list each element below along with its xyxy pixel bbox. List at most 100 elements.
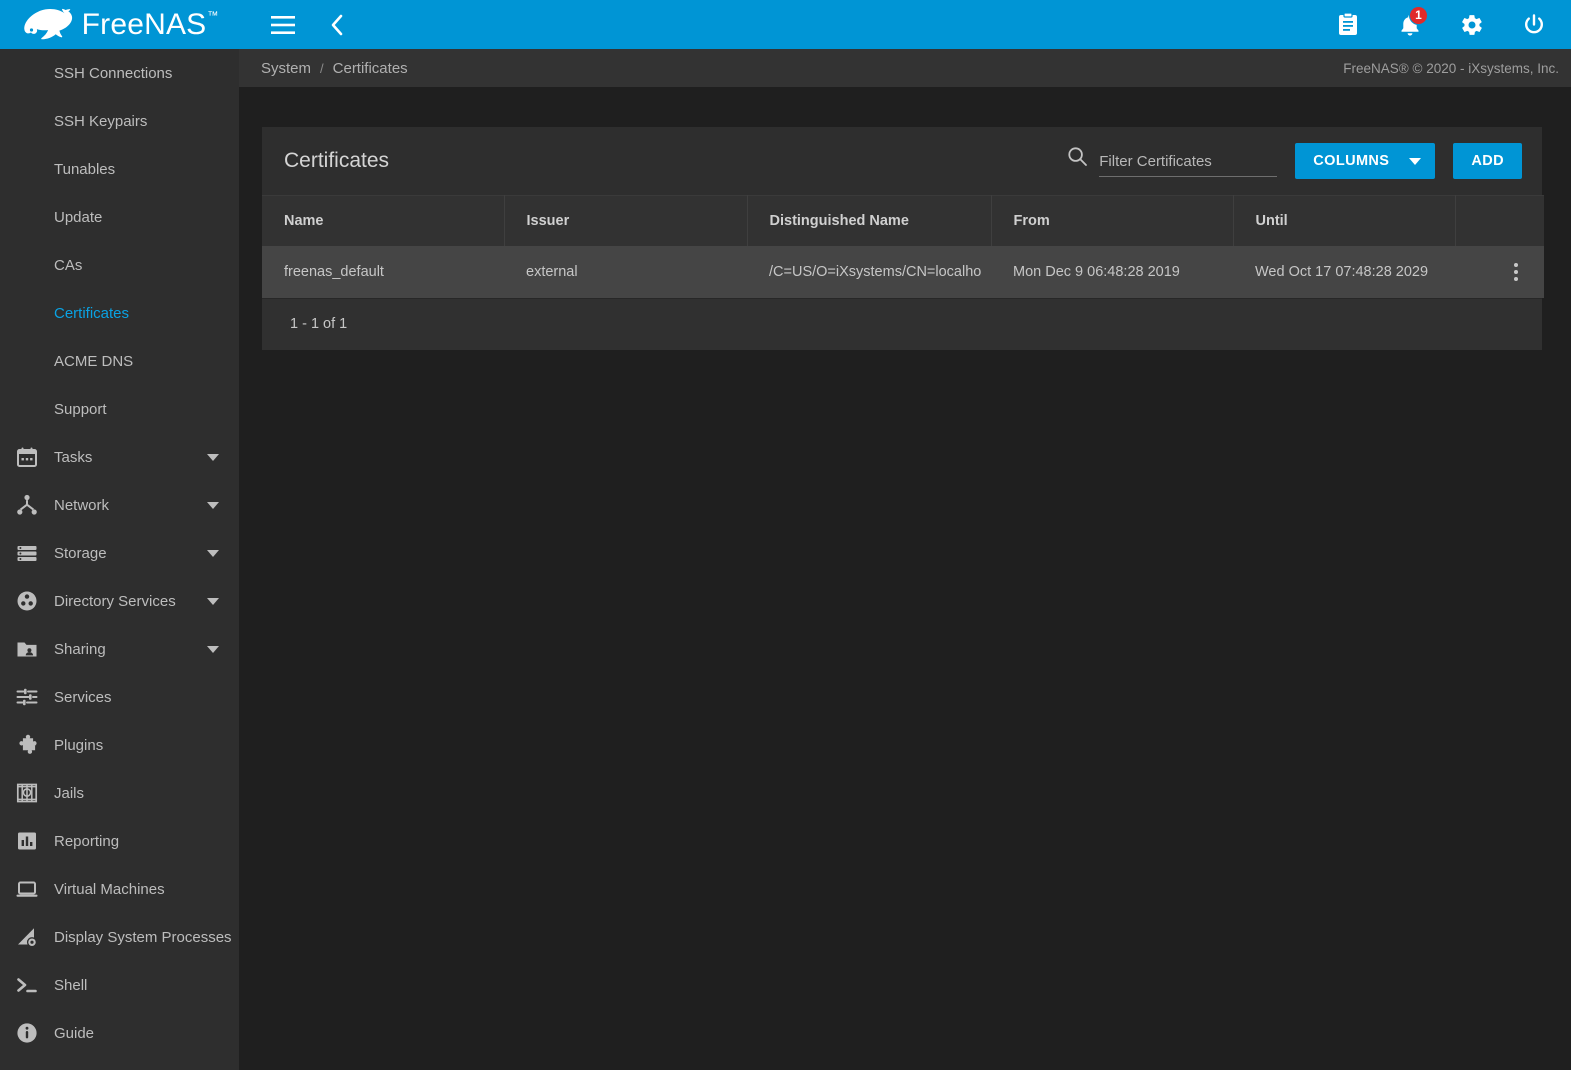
table-body: freenas_default external /C=US/O=iXsyste… bbox=[262, 245, 1544, 298]
sidebar-item-sharing[interactable]: Sharing bbox=[0, 625, 239, 673]
cell-until: Wed Oct 17 07:48:28 2029 bbox=[1233, 245, 1455, 298]
chevron-down-icon[interactable] bbox=[207, 453, 219, 461]
hamburger-menu-icon[interactable] bbox=[263, 5, 303, 45]
sidebar-item-ssh-keypairs[interactable]: SSH Keypairs bbox=[0, 97, 239, 145]
power-icon[interactable] bbox=[1514, 5, 1554, 45]
gear-icon[interactable] bbox=[1452, 5, 1492, 45]
sidebar-item-label: Support bbox=[54, 400, 107, 418]
columns-button[interactable]: COLUMNS bbox=[1295, 143, 1436, 179]
sidebar-item-plugins[interactable]: Plugins bbox=[0, 721, 239, 769]
calendar-icon bbox=[12, 444, 42, 470]
freenas-fish-logo-icon bbox=[23, 8, 72, 39]
sidebar-item-label: Tasks bbox=[54, 448, 93, 466]
sidebar-item-label: Guide bbox=[54, 1024, 95, 1042]
certificates-table: Name Issuer Distinguished Name From Unti… bbox=[262, 195, 1544, 298]
sidebar-item-virtual-machines[interactable]: Virtual Machines bbox=[0, 865, 239, 913]
card-header-actions: COLUMNS ADD bbox=[1067, 143, 1522, 179]
directory-services-icon bbox=[12, 588, 42, 614]
sidebar-item-update[interactable]: Update bbox=[0, 193, 239, 241]
column-header-actions bbox=[1455, 195, 1544, 246]
cell-distinguished-name: /C=US/O=iXsystems/CN=localho bbox=[747, 245, 991, 298]
chevron-down-icon bbox=[1409, 157, 1422, 165]
sidebar-item-support[interactable]: Support bbox=[0, 385, 239, 433]
sidebar-item-label: Network bbox=[54, 496, 110, 514]
top-bar-controls: 1 bbox=[239, 0, 1571, 49]
kebab-dot bbox=[1514, 269, 1518, 274]
page-body: Certificates COLUMNS bbox=[239, 87, 1571, 1070]
table-row[interactable]: freenas_default external /C=US/O=iXsyste… bbox=[262, 245, 1544, 298]
sidebar-item-services[interactable]: Services bbox=[0, 673, 239, 721]
cell-name: freenas_default bbox=[262, 245, 504, 298]
sidebar-item-label: Storage bbox=[54, 544, 107, 562]
pagination-range: 1 - 1 of 1 bbox=[290, 316, 348, 332]
sidebar-item-label: Certificates bbox=[54, 304, 130, 322]
storage-icon bbox=[12, 540, 42, 566]
breadcrumb-bar: System / Certificates FreeNAS® © 2020 - … bbox=[239, 49, 1571, 87]
brand-name: FreeNAS bbox=[81, 7, 207, 41]
search-icon[interactable] bbox=[1067, 146, 1088, 172]
bar-chart-icon bbox=[12, 828, 42, 854]
notification-badge: 1 bbox=[1409, 5, 1428, 25]
brand-trademark: ™ bbox=[207, 9, 219, 22]
laptop-icon bbox=[12, 876, 42, 902]
sidebar-item-shell[interactable]: Shell bbox=[0, 961, 239, 1009]
jail-icon bbox=[12, 780, 42, 806]
column-header-name[interactable]: Name bbox=[262, 195, 505, 246]
add-button[interactable]: ADD bbox=[1453, 143, 1522, 179]
kebab-dot bbox=[1514, 262, 1518, 267]
copyright-text: FreeNAS® © 2020 - iXsystems, Inc. bbox=[1343, 60, 1559, 76]
cell-issuer: external bbox=[504, 245, 747, 298]
chevron-left-icon[interactable] bbox=[317, 5, 357, 45]
chevron-down-icon[interactable] bbox=[207, 645, 219, 653]
table-header: Name Issuer Distinguished Name From Unti… bbox=[262, 195, 1544, 246]
certificates-card: Certificates COLUMNS bbox=[262, 127, 1544, 350]
bell-icon[interactable]: 1 bbox=[1390, 5, 1430, 45]
main-content: System / Certificates FreeNAS® © 2020 - … bbox=[239, 49, 1571, 1070]
brand-logo-area[interactable]: FreeNAS ™ bbox=[0, 0, 239, 49]
sidebar-item-storage[interactable]: Storage bbox=[0, 529, 239, 577]
sidebar-item-acme-dns[interactable]: ACME DNS bbox=[0, 337, 239, 385]
breadcrumb-root[interactable]: System bbox=[261, 60, 311, 77]
folder-shared-icon bbox=[12, 636, 42, 662]
sidebar-item-label: SSH Keypairs bbox=[54, 112, 148, 130]
sidebar-item-label: Directory Services bbox=[54, 592, 176, 610]
sidebar-item-label: Update bbox=[54, 208, 103, 226]
search-input[interactable] bbox=[1099, 152, 1278, 177]
column-header-issuer[interactable]: Issuer bbox=[504, 195, 748, 246]
sidebar-item-label: Services bbox=[54, 688, 112, 706]
filter-box bbox=[1067, 146, 1278, 177]
sidebar-item-label: CAs bbox=[54, 256, 83, 274]
sidebar-item-label: Virtual Machines bbox=[54, 880, 165, 898]
column-header-from[interactable]: From bbox=[991, 195, 1234, 246]
sidebar-item-display-system-processes[interactable]: Display System Processes bbox=[0, 913, 239, 961]
sidebar-item-jails[interactable]: Jails bbox=[0, 769, 239, 817]
sidebar-item-guide[interactable]: Guide bbox=[0, 1009, 239, 1057]
network-icon bbox=[12, 492, 42, 518]
table-header-row: Name Issuer Distinguished Name From Unti… bbox=[262, 195, 1544, 246]
sidebar-item-label: Sharing bbox=[54, 640, 106, 658]
sidebar-item-certificates[interactable]: Certificates bbox=[0, 289, 239, 337]
clipboard-icon[interactable] bbox=[1328, 5, 1368, 45]
chevron-down-icon[interactable] bbox=[207, 549, 219, 557]
sidebar-item-reporting[interactable]: Reporting bbox=[0, 817, 239, 865]
sidebar-item-label: SSH Connections bbox=[54, 64, 173, 82]
add-button-label: ADD bbox=[1471, 153, 1504, 169]
sliders-icon bbox=[12, 684, 42, 710]
sidebar-item-cas[interactable]: CAs bbox=[0, 241, 239, 289]
column-header-distinguished-name[interactable]: Distinguished Name bbox=[747, 195, 992, 246]
chevron-down-icon[interactable] bbox=[207, 501, 219, 509]
chevron-down-icon[interactable] bbox=[207, 597, 219, 605]
column-header-until[interactable]: Until bbox=[1233, 195, 1456, 246]
sidebar-item-network[interactable]: Network bbox=[0, 481, 239, 529]
kebab-menu-icon[interactable] bbox=[1499, 255, 1533, 289]
sidebar-item-directory-services[interactable]: Directory Services bbox=[0, 577, 239, 625]
sidebar-item-label: Display System Processes bbox=[54, 928, 232, 946]
card-header: Certificates COLUMNS bbox=[262, 127, 1542, 195]
breadcrumb-current: Certificates bbox=[332, 59, 408, 77]
sidebar-item-label: Shell bbox=[54, 976, 88, 994]
sidebar-item-ssh-connections[interactable]: SSH Connections bbox=[0, 49, 239, 97]
terminal-icon bbox=[12, 972, 42, 998]
top-bar: FreeNAS ™ 1 bbox=[0, 0, 1571, 49]
sidebar-item-tunables[interactable]: Tunables bbox=[0, 145, 239, 193]
sidebar-item-tasks[interactable]: Tasks bbox=[0, 433, 239, 481]
